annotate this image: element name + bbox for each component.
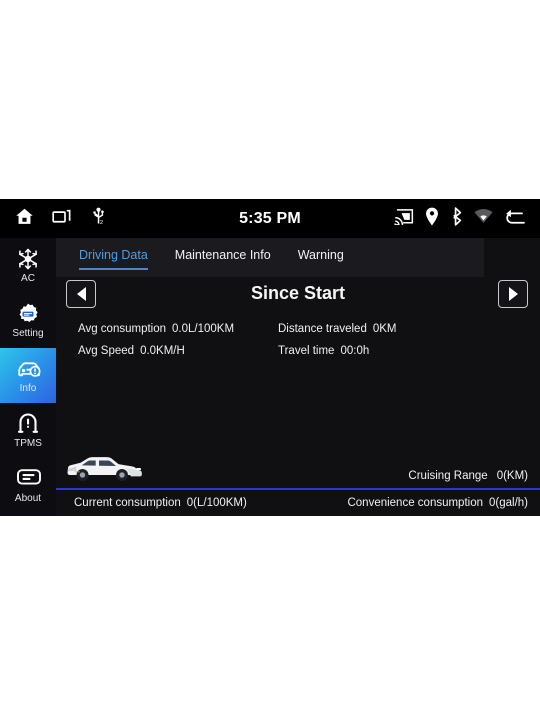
sidebar-item-label: Setting — [12, 328, 44, 339]
stat-value: 0.0L/100KM — [172, 323, 235, 335]
sidebar-item-about[interactable]: About — [0, 458, 56, 513]
sidebar-nav: AC Setting Info TPMS About — [0, 238, 56, 516]
sidebar-item-ac[interactable]: AC — [0, 238, 56, 293]
sidebar-item-info[interactable]: Info — [0, 348, 56, 403]
location-pin-icon[interactable] — [425, 207, 439, 231]
bluetooth-icon[interactable] — [450, 206, 463, 231]
sidebar-item-tpms[interactable]: TPMS — [0, 403, 56, 458]
stat-label: Avg consumption — [78, 323, 167, 335]
sidebar-item-label: AC — [21, 273, 35, 284]
stat-label: Avg Speed — [78, 345, 135, 357]
convenience-consumption-value: 0(gal/h) — [489, 497, 528, 509]
info-card-icon — [16, 467, 41, 491]
cruising-range-label: Cruising Range — [408, 470, 488, 482]
stat-distance-traveled: Distance traveled 0KM — [278, 323, 397, 335]
back-icon[interactable] — [504, 207, 526, 230]
car-info-icon — [16, 357, 41, 381]
stat-avg-consumption: Avg consumption 0.0L/100KM — [56, 323, 278, 335]
stat-avg-speed: Avg Speed 0.0KM/H — [56, 345, 278, 357]
tire-pressure-icon — [16, 412, 40, 436]
status-bar-right-icons — [394, 206, 526, 231]
status-bar: 2 5:35 PM — [0, 199, 540, 238]
cast-icon[interactable] — [394, 208, 414, 230]
convenience-consumption-label: Convenience consumption — [347, 497, 483, 509]
usb-icon[interactable]: 2 — [88, 206, 109, 232]
svg-text:2: 2 — [100, 219, 103, 225]
stat-label: Travel time — [278, 345, 335, 357]
main-content-panel: Driving Data Maintenance Info Warning Si… — [56, 238, 540, 516]
status-bar-left-icons: 2 — [0, 206, 109, 232]
bottom-summary: Cruising Range 0(KM) Current consumption 0… — [56, 450, 540, 516]
page-title: Since Start — [250, 283, 346, 303]
trip-title-row: Since Start — [56, 278, 540, 314]
cruising-range: Cruising Range 0(KM) — [408, 470, 528, 482]
home-icon[interactable] — [14, 206, 35, 232]
tab-maintenance-info[interactable]: Maintenance Info — [175, 248, 271, 270]
stat-travel-time: Travel time 00:0h — [278, 345, 369, 357]
tab-driving-data[interactable]: Driving Data — [79, 248, 148, 270]
stats-row: Avg Speed 0.0KM/H Travel time 00:0h — [56, 340, 540, 362]
stat-value: 0KM — [372, 323, 397, 335]
sidebar-item-label: Info — [19, 383, 37, 394]
driving-stats-grid: Avg consumption 0.0L/100KM Distance trave… — [56, 318, 540, 362]
current-consumption: Current consumption 0(L/100KM) — [74, 497, 247, 509]
tab-warning[interactable]: Warning — [298, 248, 344, 270]
vehicle-row: Cruising Range 0(KM) — [56, 450, 540, 488]
stats-row: Avg consumption 0.0L/100KM Distance trave… — [56, 318, 540, 340]
current-consumption-value: 0(L/100KM) — [186, 497, 247, 509]
wifi-icon[interactable] — [474, 208, 493, 229]
vehicle-illustration — [66, 453, 142, 488]
current-consumption-label: Current consumption — [74, 497, 181, 509]
gear-icon — [16, 302, 40, 326]
snowflake-icon — [16, 247, 40, 271]
convenience-consumption: Convenience consumption 0(gal/h) — [347, 497, 528, 509]
stat-value: 00:0h — [340, 345, 370, 357]
consumption-row: Current consumption 0(L/100KM) Convenienc… — [56, 490, 540, 516]
recent-apps-icon[interactable] — [51, 206, 72, 232]
sidebar-item-label: About — [14, 493, 42, 504]
sidebar-item-setting[interactable]: Setting — [0, 293, 56, 348]
cruising-range-value: 0(KM) — [496, 470, 528, 482]
head-unit-screen: 2 5:35 PM AC Setting Info TPMS About Dri… — [0, 199, 540, 516]
tab-bar: Driving Data Maintenance Info Warning — [56, 238, 484, 277]
next-trip-button[interactable] — [498, 280, 528, 308]
stat-label: Distance traveled — [278, 323, 367, 335]
stat-value: 0.0KM/H — [140, 345, 185, 357]
sidebar-item-label: TPMS — [14, 438, 42, 449]
chevron-right-icon — [508, 287, 518, 301]
